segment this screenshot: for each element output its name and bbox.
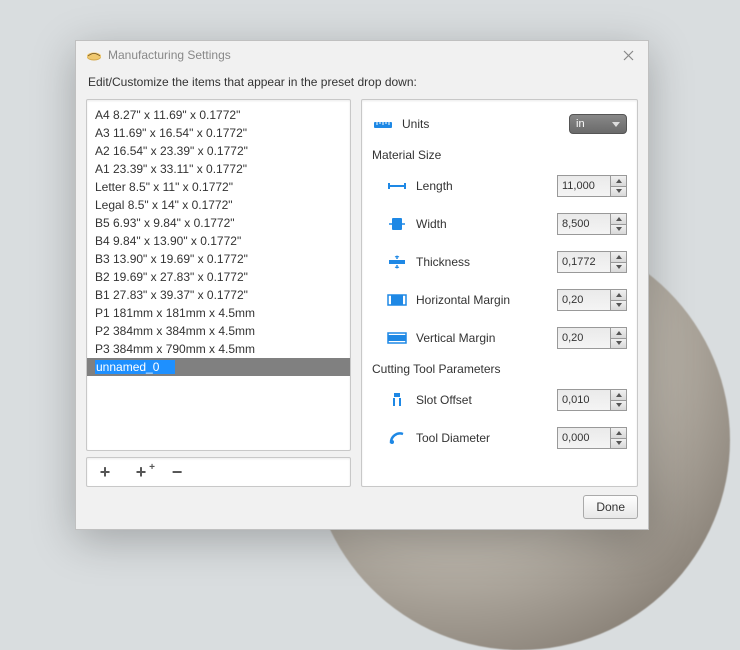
remove-button[interactable]: −: [167, 462, 187, 483]
width-spinbox[interactable]: [557, 213, 627, 235]
list-item[interactable]: A3 11.69" x 16.54" x 0.1772": [87, 124, 350, 142]
units-row: Units in: [372, 110, 627, 138]
vmargin-input[interactable]: [557, 327, 611, 349]
spin-down-icon[interactable]: [611, 301, 626, 311]
list-item[interactable]: A1 23.39" x 33.11" x 0.1772": [87, 160, 350, 178]
material-size-heading: Material Size: [372, 148, 627, 162]
length-row: Length: [386, 172, 627, 200]
spin-down-icon[interactable]: [611, 225, 626, 235]
horizontal-margin-icon: [386, 291, 408, 309]
add-button[interactable]: +: [95, 462, 115, 483]
manufacturing-settings-dialog: Manufacturing Settings Edit/Customize th…: [75, 40, 649, 530]
spin-down-icon[interactable]: [611, 339, 626, 349]
thickness-spinbox[interactable]: [557, 251, 627, 273]
list-item[interactable]: A4 8.27" x 11.69" x 0.1772": [87, 106, 350, 124]
preset-name-input[interactable]: [95, 360, 175, 374]
tool-diameter-input[interactable]: [557, 427, 611, 449]
vmargin-label: Vertical Margin: [416, 331, 557, 345]
right-panel: Units in Material Size Length: [361, 99, 638, 487]
units-label: Units: [402, 117, 569, 131]
spin-down-icon[interactable]: [611, 439, 626, 449]
hmargin-row: Horizontal Margin: [386, 286, 627, 314]
list-item[interactable]: B2 19.69" x 27.83" x 0.1772": [87, 268, 350, 286]
width-input[interactable]: [557, 213, 611, 235]
dialog-footer: Done: [76, 487, 648, 529]
spin-up-icon[interactable]: [611, 390, 626, 401]
tool-diameter-row: Tool Diameter: [386, 424, 627, 452]
length-icon: [386, 177, 408, 195]
done-button[interactable]: Done: [583, 495, 638, 519]
spin-up-icon[interactable]: [611, 428, 626, 439]
spin-up-icon[interactable]: [611, 176, 626, 187]
slot-offset-input[interactable]: [557, 389, 611, 411]
titlebar: Manufacturing Settings: [76, 41, 648, 69]
dialog-description: Edit/Customize the items that appear in …: [76, 69, 648, 99]
tool-diameter-icon: [386, 429, 408, 447]
length-input[interactable]: [557, 175, 611, 197]
slot-offset-label: Slot Offset: [416, 393, 557, 407]
slot-offset-spinbox[interactable]: [557, 389, 627, 411]
list-item[interactable]: B5 6.93" x 9.84" x 0.1772": [87, 214, 350, 232]
width-row: Width: [386, 210, 627, 238]
preset-list[interactable]: A4 8.27" x 11.69" x 0.1772" A3 11.69" x …: [86, 99, 351, 451]
units-icon: [372, 115, 394, 133]
list-item-editing[interactable]: [87, 358, 350, 376]
spin-up-icon[interactable]: [611, 252, 626, 263]
units-select[interactable]: in: [569, 114, 627, 134]
vertical-margin-icon: [386, 329, 408, 347]
list-item[interactable]: Letter 8.5" x 11" x 0.1772": [87, 178, 350, 196]
preset-toolbar: + ++ −: [86, 457, 351, 487]
spin-down-icon[interactable]: [611, 187, 626, 197]
list-item[interactable]: B1 27.83" x 39.37" x 0.1772": [87, 286, 350, 304]
dialog-title: Manufacturing Settings: [108, 48, 618, 62]
close-icon: [623, 50, 634, 61]
close-button[interactable]: [618, 45, 638, 65]
thickness-icon: [386, 253, 408, 271]
list-item[interactable]: A2 16.54" x 23.39" x 0.1772": [87, 142, 350, 160]
thickness-label: Thickness: [416, 255, 557, 269]
width-icon: [386, 215, 408, 233]
app-icon: [86, 47, 102, 63]
duplicate-button[interactable]: ++: [131, 462, 151, 483]
width-label: Width: [416, 217, 557, 231]
hmargin-label: Horizontal Margin: [416, 293, 557, 307]
list-item[interactable]: P1 181mm x 181mm x 4.5mm: [87, 304, 350, 322]
length-label: Length: [416, 179, 557, 193]
list-item[interactable]: B4 9.84" x 13.90" x 0.1772": [87, 232, 350, 250]
list-item[interactable]: B3 13.90" x 19.69" x 0.1772": [87, 250, 350, 268]
thickness-input[interactable]: [557, 251, 611, 273]
left-panel: A4 8.27" x 11.69" x 0.1772" A3 11.69" x …: [86, 99, 351, 487]
list-item[interactable]: P2 384mm x 384mm x 4.5mm: [87, 322, 350, 340]
slot-offset-icon: [386, 391, 408, 409]
cutting-tool-heading: Cutting Tool Parameters: [372, 362, 627, 376]
tool-diameter-label: Tool Diameter: [416, 431, 557, 445]
content-area: A4 8.27" x 11.69" x 0.1772" A3 11.69" x …: [76, 99, 648, 487]
hmargin-input[interactable]: [557, 289, 611, 311]
vmargin-row: Vertical Margin: [386, 324, 627, 352]
tool-diameter-spinbox[interactable]: [557, 427, 627, 449]
spin-up-icon[interactable]: [611, 214, 626, 225]
spin-down-icon[interactable]: [611, 263, 626, 273]
vmargin-spinbox[interactable]: [557, 327, 627, 349]
spin-down-icon[interactable]: [611, 401, 626, 411]
slot-offset-row: Slot Offset: [386, 386, 627, 414]
properties-box: Units in Material Size Length: [361, 99, 638, 487]
length-spinbox[interactable]: [557, 175, 627, 197]
spin-up-icon[interactable]: [611, 290, 626, 301]
spin-up-icon[interactable]: [611, 328, 626, 339]
list-item[interactable]: P3 384mm x 790mm x 4.5mm: [87, 340, 350, 358]
thickness-row: Thickness: [386, 248, 627, 276]
list-item[interactable]: Legal 8.5" x 14" x 0.1772": [87, 196, 350, 214]
hmargin-spinbox[interactable]: [557, 289, 627, 311]
